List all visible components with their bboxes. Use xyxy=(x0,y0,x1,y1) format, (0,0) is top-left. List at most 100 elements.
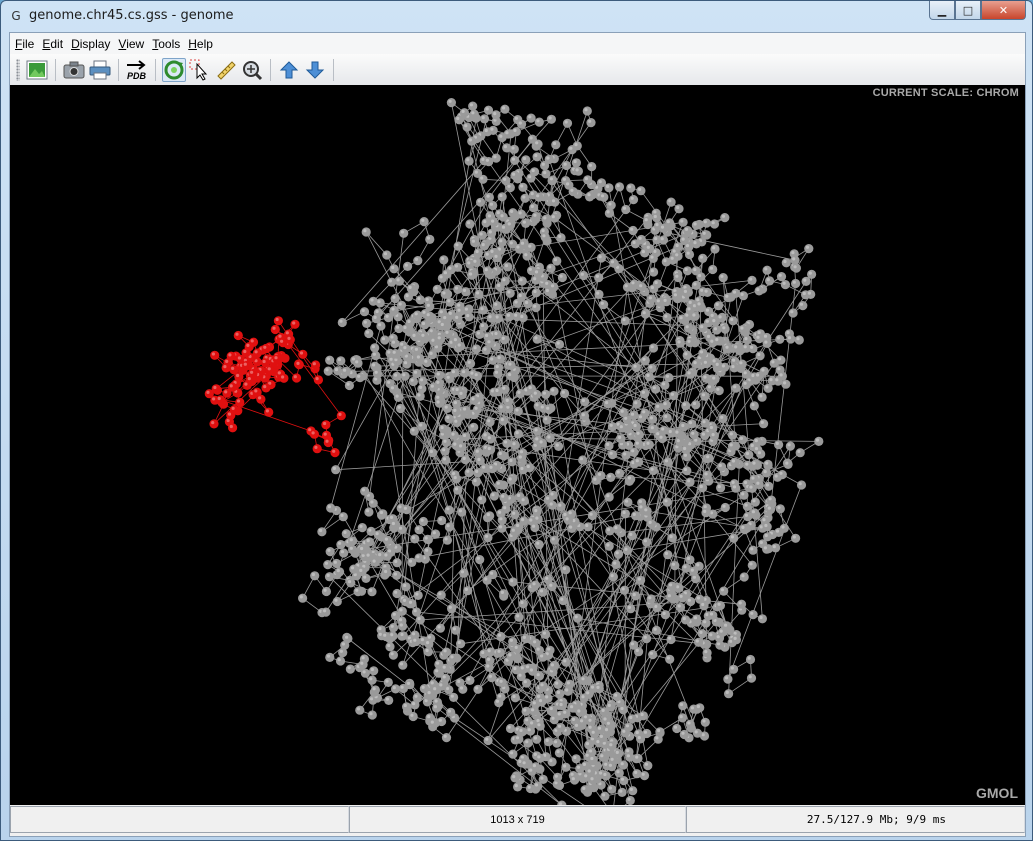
bead-node xyxy=(754,334,764,344)
bead-node xyxy=(413,346,423,356)
bead-highlight xyxy=(385,679,389,683)
bead-node xyxy=(627,714,637,724)
bead-highlight xyxy=(378,553,382,557)
bead-node xyxy=(479,114,490,124)
bead-node xyxy=(764,481,774,491)
bead-highlight xyxy=(584,774,588,778)
bead-highlight xyxy=(622,510,626,515)
bead-highlight xyxy=(498,633,502,637)
bead-node xyxy=(488,125,498,135)
menu-view[interactable]: View xyxy=(115,37,147,51)
bead-node xyxy=(447,604,457,614)
bead-highlight xyxy=(664,499,668,503)
open-image-button[interactable] xyxy=(25,58,49,82)
bead-node xyxy=(685,719,695,729)
bead-highlight xyxy=(311,431,315,435)
print-button[interactable] xyxy=(88,58,112,82)
bond-line xyxy=(600,445,791,730)
move-up-button[interactable] xyxy=(277,58,301,82)
bead-highlight xyxy=(663,402,667,406)
bead-highlight xyxy=(444,405,448,409)
bead-node xyxy=(626,183,636,193)
select-button[interactable] xyxy=(188,58,212,82)
bead-node xyxy=(549,535,560,545)
bead-highlight xyxy=(499,134,503,138)
toolbar-grip[interactable] xyxy=(16,58,20,81)
bead-node xyxy=(470,237,480,248)
bead-node xyxy=(479,322,489,332)
bead-node xyxy=(640,309,651,319)
bead-node xyxy=(647,363,657,373)
menu-display[interactable]: Display xyxy=(68,37,113,51)
bead-highlight xyxy=(392,350,396,354)
bead-node xyxy=(510,509,520,520)
close-button[interactable]: ✕ xyxy=(981,1,1026,20)
bead-highlight xyxy=(705,613,709,617)
bead-node xyxy=(658,235,669,245)
bead-node xyxy=(662,413,672,423)
bead-node xyxy=(506,475,517,485)
bead-highlight xyxy=(551,215,555,219)
bead-highlight xyxy=(579,457,584,461)
bead-highlight xyxy=(339,319,343,323)
bead-node xyxy=(432,703,442,713)
bead-highlight xyxy=(536,119,540,123)
menu-help[interactable]: Help xyxy=(185,37,216,51)
bead-highlight xyxy=(684,227,689,231)
bead-highlight xyxy=(520,184,524,188)
bead-node xyxy=(535,753,545,763)
bead-node xyxy=(518,182,528,192)
3d-viewport[interactable]: CURRENT SCALE: CHROM GMOL xyxy=(10,85,1025,805)
zoom-button[interactable] xyxy=(240,58,264,82)
bead-node xyxy=(441,314,451,324)
menu-edit[interactable]: Edit xyxy=(39,37,66,51)
maximize-button[interactable]: □ xyxy=(955,1,981,20)
bead-node xyxy=(538,587,548,597)
bead-node xyxy=(387,277,397,287)
bead-highlight xyxy=(466,469,470,473)
bead-node xyxy=(714,386,724,396)
bead-highlight xyxy=(384,537,388,541)
export-pdb-button[interactable]: PDB xyxy=(125,58,149,82)
bead-node xyxy=(424,639,434,649)
bead-node xyxy=(499,416,509,426)
chromosome-structure-render[interactable] xyxy=(10,85,1025,805)
bead-node xyxy=(675,602,686,612)
bead-highlight xyxy=(421,218,425,222)
bead-node xyxy=(534,192,544,202)
bead-highlight xyxy=(278,334,282,338)
bead-highlight xyxy=(404,361,408,365)
title-bar[interactable]: G genome.chr45.cs.gss - genome ▁ □ ✕ xyxy=(1,1,1032,32)
bead-highlight xyxy=(361,656,365,660)
bead-highlight xyxy=(315,377,319,381)
bead-highlight xyxy=(681,237,685,241)
bead-highlight xyxy=(388,279,392,283)
move-down-button[interactable] xyxy=(303,58,327,82)
bead-highlight xyxy=(782,281,786,285)
menu-tools[interactable]: Tools xyxy=(149,37,183,51)
bead-highlight xyxy=(471,397,475,401)
menu-file[interactable]: File xyxy=(12,37,37,51)
bead-highlight xyxy=(675,253,679,257)
bead-highlight xyxy=(722,326,726,330)
bead-highlight xyxy=(206,390,210,394)
bead-highlight xyxy=(483,433,487,437)
bead-node xyxy=(678,701,688,711)
bead-node xyxy=(390,294,400,304)
bead-highlight xyxy=(799,302,804,306)
rotate-button[interactable] xyxy=(162,57,186,82)
measure-button[interactable] xyxy=(214,58,238,82)
bead-node xyxy=(643,761,653,771)
bead-highlight xyxy=(679,316,683,320)
bead-node xyxy=(485,511,495,521)
bead-highlight xyxy=(555,443,559,447)
bead-highlight xyxy=(574,615,578,619)
minimize-button[interactable]: ▁ xyxy=(929,1,955,20)
bead-highlight xyxy=(699,630,703,635)
snapshot-button[interactable] xyxy=(62,58,86,82)
bead-node xyxy=(608,572,619,582)
bead-highlight xyxy=(455,387,459,392)
bead-highlight xyxy=(599,734,604,739)
bead-highlight xyxy=(541,162,545,166)
bead-highlight xyxy=(659,435,663,439)
